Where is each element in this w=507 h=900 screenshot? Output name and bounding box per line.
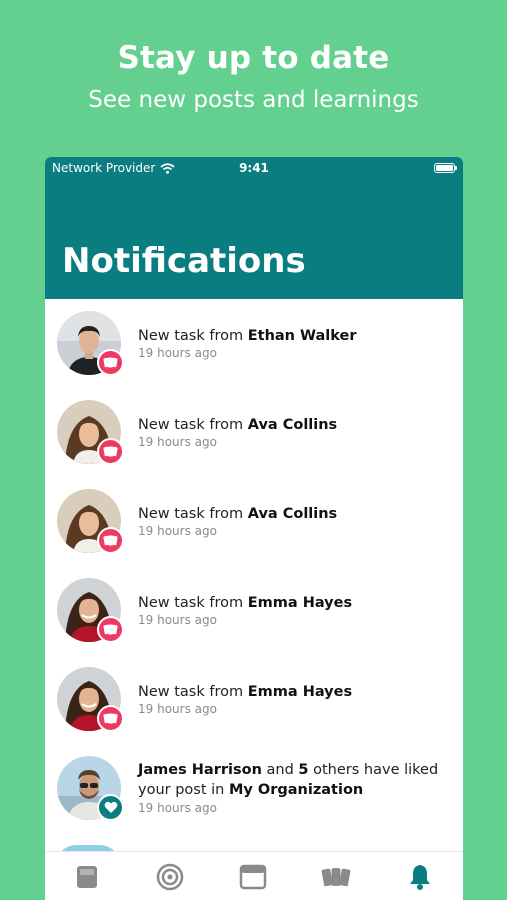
- cards-icon: [103, 446, 118, 457]
- promo-headline: Stay up to date: [117, 40, 390, 76]
- notification-time: 19 hours ago: [138, 346, 217, 360]
- phone-screen: Network Provider 9:41 Notifications New …: [45, 157, 463, 900]
- notification-text: New task from Ethan Walker: [138, 326, 443, 346]
- task-badge: [97, 438, 124, 465]
- notification-text: James Harrison and 5 others have liked y…: [138, 760, 443, 800]
- task-badge: [97, 705, 124, 732]
- notification-row[interactable]: New task from Emma Hayes 19 hours ago: [45, 566, 463, 655]
- battery-icon: [434, 163, 457, 173]
- like-author: James Harrison: [138, 762, 262, 778]
- cards-icon: [321, 868, 351, 887]
- notification-time: 19 hours ago: [138, 613, 217, 627]
- notification-time: 19 hours ago: [138, 524, 217, 538]
- cards-icon: [103, 624, 118, 635]
- cards-icon: [103, 357, 118, 368]
- target-icon: [156, 863, 184, 891]
- notification-prefix: New task from: [138, 417, 248, 433]
- like-badge: [97, 794, 124, 821]
- tab-goals[interactable]: [155, 862, 185, 892]
- notification-row[interactable]: New task from Ethan Walker 19 hours ago: [45, 299, 463, 388]
- cards-icon: [103, 535, 118, 546]
- notification-time: 19 hours ago: [138, 801, 217, 815]
- notification-prefix: New task from: [138, 328, 248, 344]
- notification-author: Ethan Walker: [247, 328, 357, 344]
- task-badge: [97, 527, 124, 554]
- tab-notifications[interactable]: [405, 862, 435, 892]
- notification-author: Emma Hayes: [247, 684, 353, 700]
- like-organization: My Organization: [228, 782, 364, 798]
- tab-bar: [45, 851, 463, 900]
- notification-time: 19 hours ago: [138, 702, 217, 716]
- notification-prefix: New task from: [138, 506, 248, 522]
- tab-home[interactable]: [72, 862, 102, 892]
- notification-author: Ava Collins: [247, 417, 338, 433]
- notification-author: Ava Collins: [247, 506, 338, 522]
- notification-row-like[interactable]: James Harrison and 5 others have liked y…: [45, 744, 463, 833]
- task-badge: [97, 616, 124, 643]
- notification-row[interactable]: New task from Ava Collins 19 hours ago: [45, 388, 463, 477]
- notification-prefix: New task from: [138, 595, 248, 611]
- home-icon: [77, 866, 97, 888]
- notification-text: New task from Emma Hayes: [138, 593, 443, 613]
- promo-subline: See new posts and learnings: [88, 87, 419, 113]
- notification-row[interactable]: New task from Emma Hayes 19 hours ago: [45, 655, 463, 744]
- status-bar: Network Provider 9:41: [45, 157, 463, 179]
- tab-feed[interactable]: [238, 862, 268, 892]
- notification-time: 19 hours ago: [138, 435, 217, 449]
- like-count: 5: [298, 762, 309, 778]
- app-header: Network Provider 9:41 Notifications: [45, 157, 463, 299]
- cards-icon: [103, 713, 118, 724]
- page-title: Notifications: [62, 241, 306, 281]
- like-and: and: [261, 762, 299, 778]
- notification-author: Emma Hayes: [247, 595, 353, 611]
- notification-row[interactable]: New task from Ava Collins 19 hours ago: [45, 477, 463, 566]
- notification-prefix: New task from: [138, 684, 248, 700]
- heart-icon: [104, 801, 117, 813]
- status-time: 9:41: [239, 161, 269, 175]
- notification-text: New task from Emma Hayes: [138, 682, 443, 702]
- notification-list: New task from Ethan Walker 19 hours ago: [45, 299, 463, 833]
- tab-tasks[interactable]: [321, 862, 351, 892]
- notification-text: New task from Ava Collins: [138, 415, 443, 435]
- bell-icon: [410, 865, 430, 890]
- notification-text: New task from Ava Collins: [138, 504, 443, 524]
- browser-icon: [239, 864, 267, 890]
- task-badge: [97, 349, 124, 376]
